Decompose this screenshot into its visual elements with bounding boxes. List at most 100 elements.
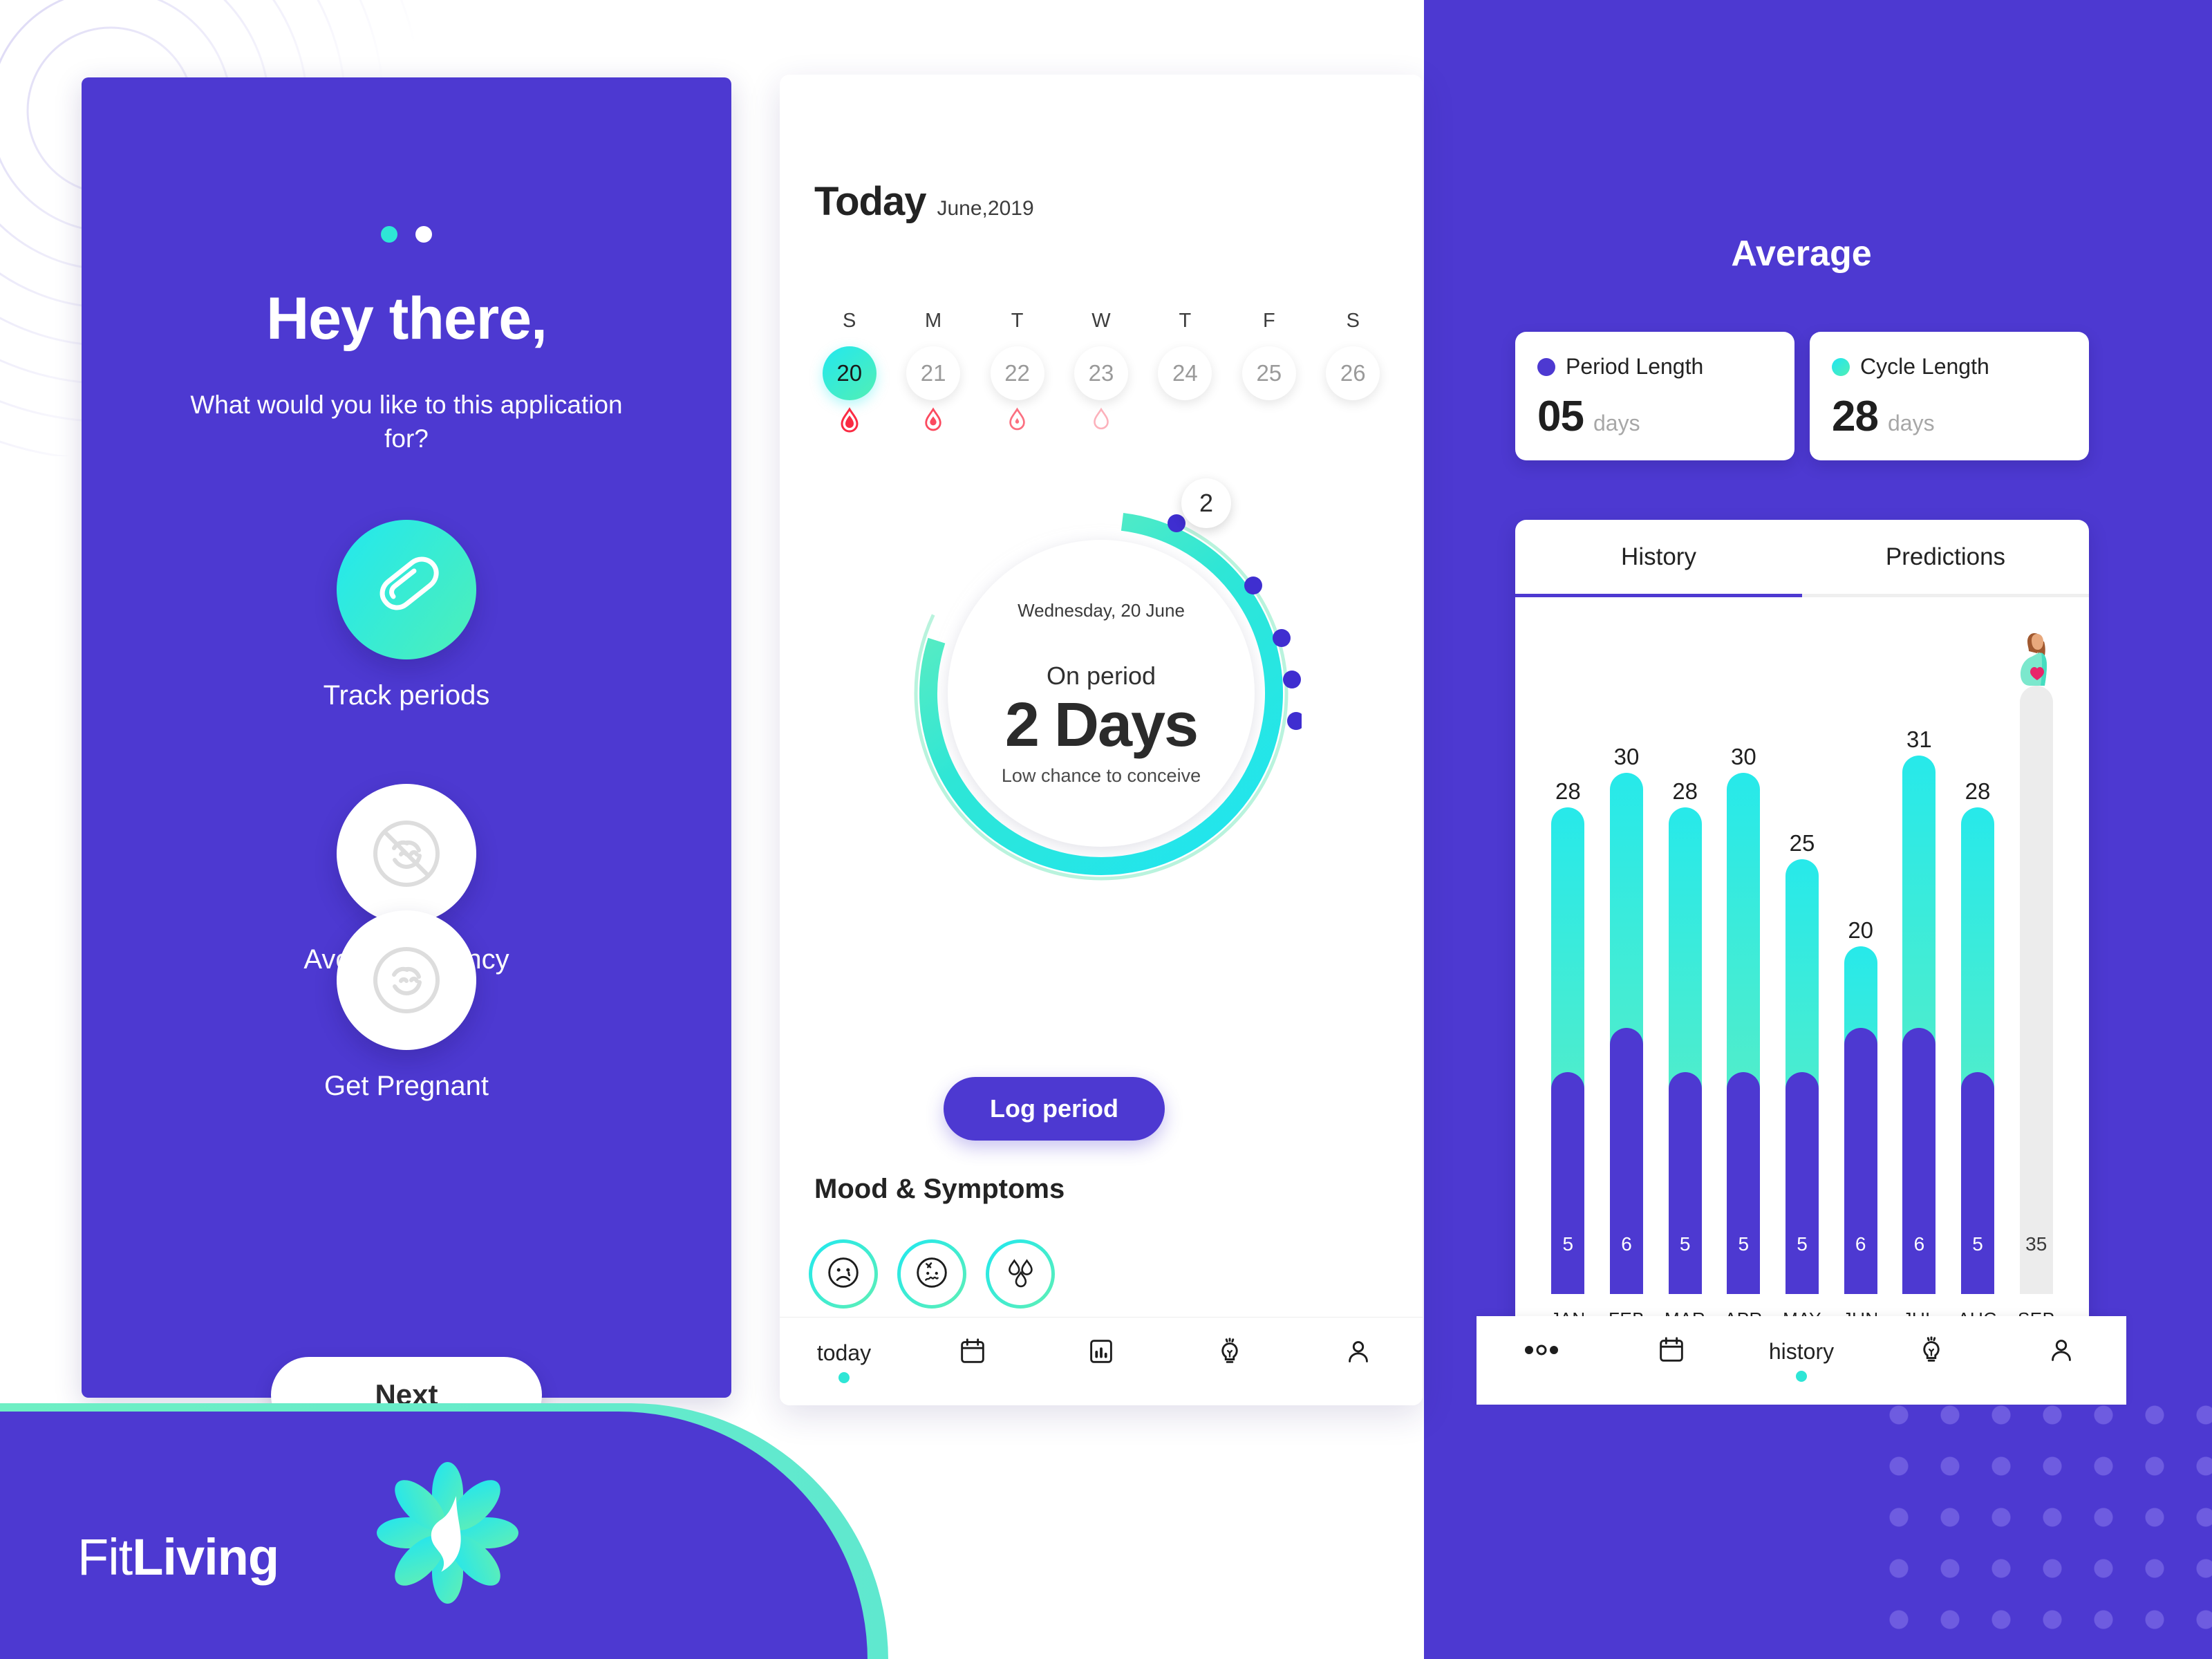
flow-drop-icon xyxy=(807,407,891,438)
nav-item-more[interactable] xyxy=(1477,1344,1606,1377)
nav-item-history[interactable]: history xyxy=(1736,1339,1866,1382)
bar-period-length: 5 xyxy=(1785,1072,1819,1294)
nav-item-tips[interactable] xyxy=(1866,1334,1996,1387)
brand-name-bold: Living xyxy=(132,1528,279,1586)
option-get-pregnant[interactable]: Get Pregnant xyxy=(82,910,731,1102)
log-period-button[interactable]: Log period xyxy=(944,1077,1165,1141)
day-pill: 25 xyxy=(1241,346,1296,400)
average-stat-cards: Period Length 05 days Cycle Length 28 da… xyxy=(1515,332,2089,460)
nav-item-today[interactable]: today xyxy=(780,1340,908,1383)
bar-inner-value: 6 xyxy=(1621,1233,1632,1255)
calendar-day-20[interactable]: S 20 xyxy=(807,310,891,438)
bar-cycle-length: 6 xyxy=(1610,773,1643,1294)
calendar-day-22[interactable]: T 22 xyxy=(975,310,1059,438)
nav-item-stats[interactable] xyxy=(1037,1335,1165,1388)
day-pill: 23 xyxy=(1074,346,1128,400)
bar-column-jul[interactable]: 316JUL xyxy=(1890,625,1949,1334)
bar-inner-value: 5 xyxy=(1797,1233,1808,1255)
stat-card-period-length[interactable]: Period Length 05 days xyxy=(1515,332,1794,460)
pager-dot-2[interactable] xyxy=(415,226,432,243)
bar-cycle-length: 5 xyxy=(1551,807,1585,1294)
bar-cycle-length: 5 xyxy=(1668,807,1702,1294)
calendar-day-25[interactable]: F 25 xyxy=(1227,310,1311,438)
option-label: Track periods xyxy=(323,680,490,711)
calendar-day-26[interactable]: S 26 xyxy=(1311,310,1395,438)
bar-inner-value: 5 xyxy=(1738,1233,1750,1255)
bar-column-may[interactable]: 255MAY xyxy=(1773,625,1832,1334)
nav-label: today xyxy=(816,1340,872,1365)
pager-dot-1[interactable] xyxy=(381,226,397,243)
legend-dot-cycle xyxy=(1832,357,1850,376)
stat-unit: days xyxy=(1887,411,1935,435)
chart-tabs: History Predictions xyxy=(1515,520,2089,597)
bar-top-value: 25 xyxy=(1789,830,1815,856)
calendar-icon xyxy=(957,1335,988,1371)
stat-card-cycle-length[interactable]: Cycle Length 28 days xyxy=(1810,332,2089,460)
bar-column-feb[interactable]: 306FEB xyxy=(1597,625,1656,1334)
stat-head: Cycle Length xyxy=(1832,354,2067,379)
mood-option-sad[interactable] xyxy=(809,1239,878,1309)
nav-item-profile[interactable] xyxy=(1294,1335,1423,1388)
bar-period-length: 5 xyxy=(1551,1072,1585,1294)
calendar-day-24[interactable]: T 24 xyxy=(1143,310,1227,438)
option-track-periods[interactable]: Track periods xyxy=(82,520,731,711)
stat-label: Period Length xyxy=(1566,354,1704,379)
flow-drop-empty xyxy=(1227,407,1311,438)
bar-cycle-length: 5 xyxy=(1961,807,1995,1294)
stat-number: 05 xyxy=(1537,393,1584,440)
average-title: Average xyxy=(1731,234,1872,274)
tab-history[interactable]: History xyxy=(1515,520,1802,597)
bar-column-aug[interactable]: 285AUG xyxy=(1949,625,2007,1334)
baby-icon xyxy=(337,910,476,1050)
bar-column-jan[interactable]: 285JAN xyxy=(1539,625,1597,1334)
flow-drop-icon xyxy=(1059,407,1143,438)
history-chart-card: History Predictions 285JAN306FEB285MAR30… xyxy=(1515,520,2089,1334)
calendar-day-23[interactable]: W 23 xyxy=(1059,310,1143,438)
nav-item-calendar[interactable] xyxy=(908,1335,1037,1388)
bar-column-sep[interactable]: 35SEP xyxy=(2007,625,2065,1334)
person-icon xyxy=(2045,1334,2077,1369)
ring-days-value: 2 Days xyxy=(1004,690,1199,760)
nav-item-calendar[interactable] xyxy=(1606,1334,1736,1387)
day-of-week: T xyxy=(1011,310,1024,332)
bar-cycle-length: 6 xyxy=(1902,756,1936,1294)
calendar-strip: S 20 M 21 T 22 W 23 T 24 F 25 S 26 xyxy=(807,310,1395,438)
bar-cycle-length: 5 xyxy=(1785,859,1819,1294)
onboarding-card: Hey there, What would you like to this a… xyxy=(82,77,731,1433)
bar-cycle-length: 6 xyxy=(1844,946,1877,1294)
day-of-week: F xyxy=(1262,310,1275,332)
bar-column-apr[interactable]: 305APR xyxy=(1714,625,1773,1334)
mood-symptoms-title: Mood & Symptoms xyxy=(814,1174,1065,1204)
ring-status-label: On period xyxy=(1046,661,1156,690)
flow-drop-icon xyxy=(891,407,975,438)
mood-option-discharge[interactable] xyxy=(986,1239,1055,1309)
calendar-day-21[interactable]: M 21 xyxy=(891,310,975,438)
nav-item-profile[interactable] xyxy=(1996,1334,2126,1387)
cycle-history-bar-chart: 285JAN306FEB285MAR305APR255MAY206JUN316J… xyxy=(1515,597,2089,1334)
bar-cycle-length: 5 xyxy=(1727,773,1761,1294)
bar-cycle-length: 35 xyxy=(2019,686,2053,1294)
day-pill: 22 xyxy=(990,346,1044,400)
day-of-week: W xyxy=(1091,310,1111,332)
tab-predictions[interactable]: Predictions xyxy=(1802,520,2089,597)
nav-item-tips[interactable] xyxy=(1165,1335,1294,1388)
bar-inner-value: 5 xyxy=(1562,1233,1574,1255)
person-icon xyxy=(1342,1335,1374,1371)
bar-column-jun[interactable]: 206JUN xyxy=(1831,625,1890,1334)
stat-label: Cycle Length xyxy=(1860,354,1989,379)
bulb-icon xyxy=(1915,1334,1947,1369)
bar-top-value: 28 xyxy=(1965,778,1991,804)
day-of-week: M xyxy=(925,310,942,332)
ring-conceive-chance: Low chance to conceive xyxy=(1001,765,1201,787)
calendar-icon xyxy=(1656,1334,1687,1369)
bar-period-length: 5 xyxy=(1961,1072,1995,1294)
day-pill: 24 xyxy=(1158,346,1212,400)
bar-period-length: 35 xyxy=(2020,1149,2053,1294)
bar-column-mar[interactable]: 285MAR xyxy=(1656,625,1714,1334)
chart-icon xyxy=(1085,1335,1117,1371)
cycle-progress-ring[interactable]: Wednesday, 20 June On period 2 Days Low … xyxy=(901,478,1302,894)
mood-option-headache[interactable] xyxy=(897,1239,966,1309)
pager-dots xyxy=(82,226,731,243)
history-phone-screen: Average Period Length 05 days Cycle Leng… xyxy=(1477,77,2126,1405)
nav-active-dot xyxy=(838,1371,850,1383)
